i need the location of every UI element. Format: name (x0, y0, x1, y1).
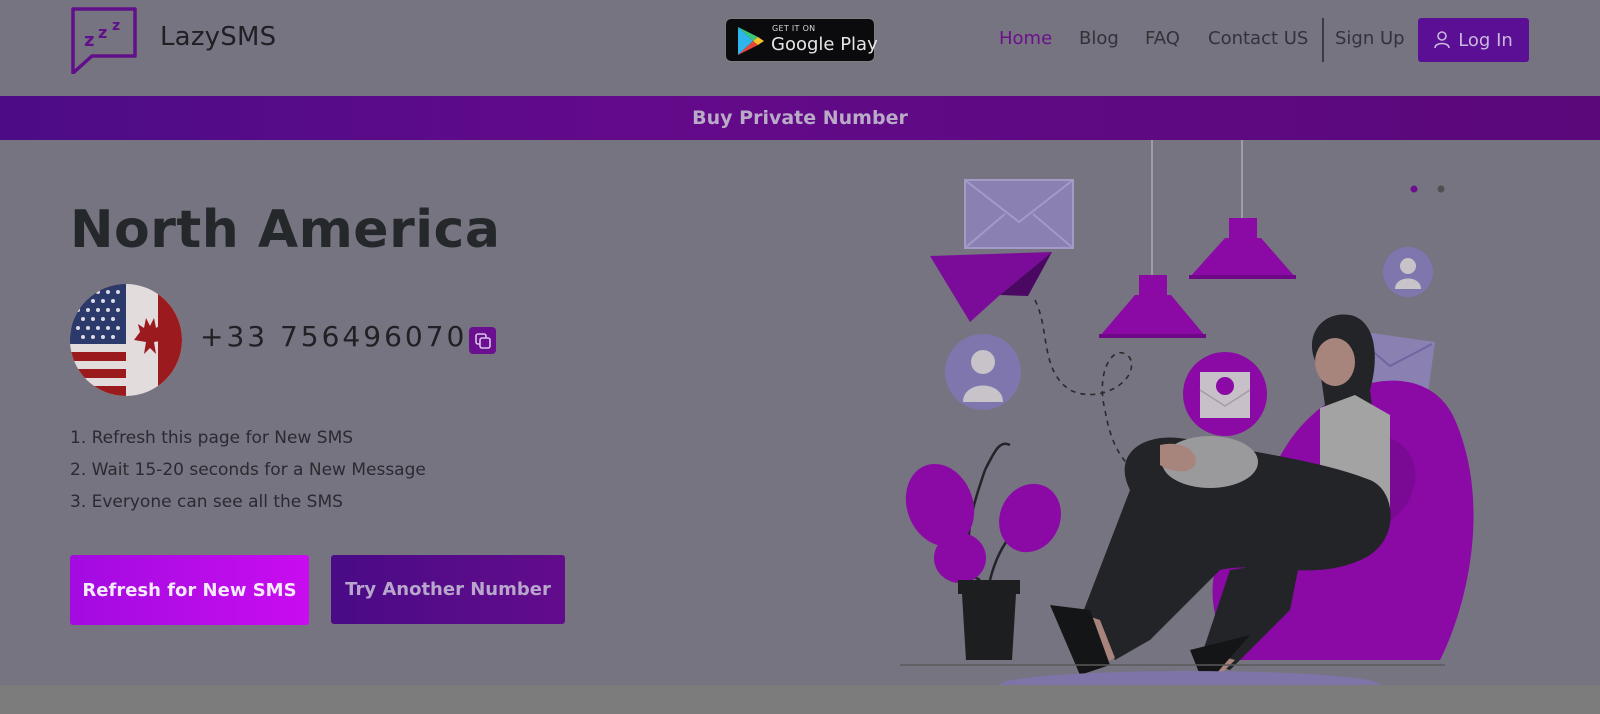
region-title: North America (70, 200, 501, 260)
google-play-icon (738, 27, 764, 55)
us-canada-flag-icon (70, 284, 182, 396)
phone-number: +33 756496070 (200, 320, 468, 353)
nav-home[interactable]: Home (999, 28, 1052, 49)
nav-signup[interactable]: Sign Up (1335, 28, 1405, 49)
brand-logo[interactable]: z z z (70, 6, 138, 74)
instruction-step: 3. Everyone can see all the SMS (70, 492, 343, 512)
carousel-dot (1437, 185, 1445, 193)
mail-notification-icon (1183, 352, 1267, 436)
instructions-list: 1. Refresh this page for New SMS 2. Wait… (70, 426, 426, 522)
copy-icon (475, 333, 491, 349)
nav-faq[interactable]: FAQ (1145, 28, 1180, 49)
paper-plane-icon (930, 252, 1052, 322)
instruction-step: 1. Refresh this page for New SMS (70, 428, 354, 448)
refresh-sms-button[interactable]: Refresh for New SMS (70, 555, 309, 625)
carousel-dot-active (1410, 185, 1418, 193)
badge-big-text: Google Play (771, 34, 878, 55)
svg-text:z: z (84, 30, 94, 51)
hero-illustration (900, 140, 1474, 699)
try-another-number-button[interactable]: Try Another Number (331, 555, 565, 624)
lamp-icon (1099, 275, 1206, 338)
copy-number-button[interactable] (469, 327, 496, 354)
login-label: Log In (1458, 29, 1513, 51)
user-avatar-icon (945, 334, 1021, 410)
svg-text:z: z (112, 18, 120, 34)
instruction-step: 2. Wait 15-20 seconds for a New Message (70, 460, 426, 480)
user-icon (1434, 31, 1451, 49)
nav-contact[interactable]: Contact US (1208, 28, 1308, 49)
google-play-badge[interactable]: GET IT ON Google Play (725, 18, 878, 62)
footer-strip (0, 685, 1600, 714)
badge-small-text: GET IT ON (772, 24, 816, 33)
buy-private-number-banner[interactable]: Buy Private Number (0, 96, 1600, 140)
site-header: z z z LazySMS GET IT ON Google Play Home… (0, 0, 1600, 96)
nav-divider (1322, 18, 1324, 62)
user-avatar-icon (1383, 247, 1433, 297)
svg-text:z: z (98, 23, 107, 42)
nav-blog[interactable]: Blog (1079, 28, 1119, 49)
login-button[interactable]: Log In (1418, 18, 1529, 62)
envelope-icon (964, 179, 1074, 249)
lamp-icon (1189, 218, 1296, 279)
brand-name[interactable]: LazySMS (160, 22, 276, 52)
plant-icon (905, 442, 1061, 660)
chat-bubble-logo-icon: z z z (71, 7, 137, 74)
